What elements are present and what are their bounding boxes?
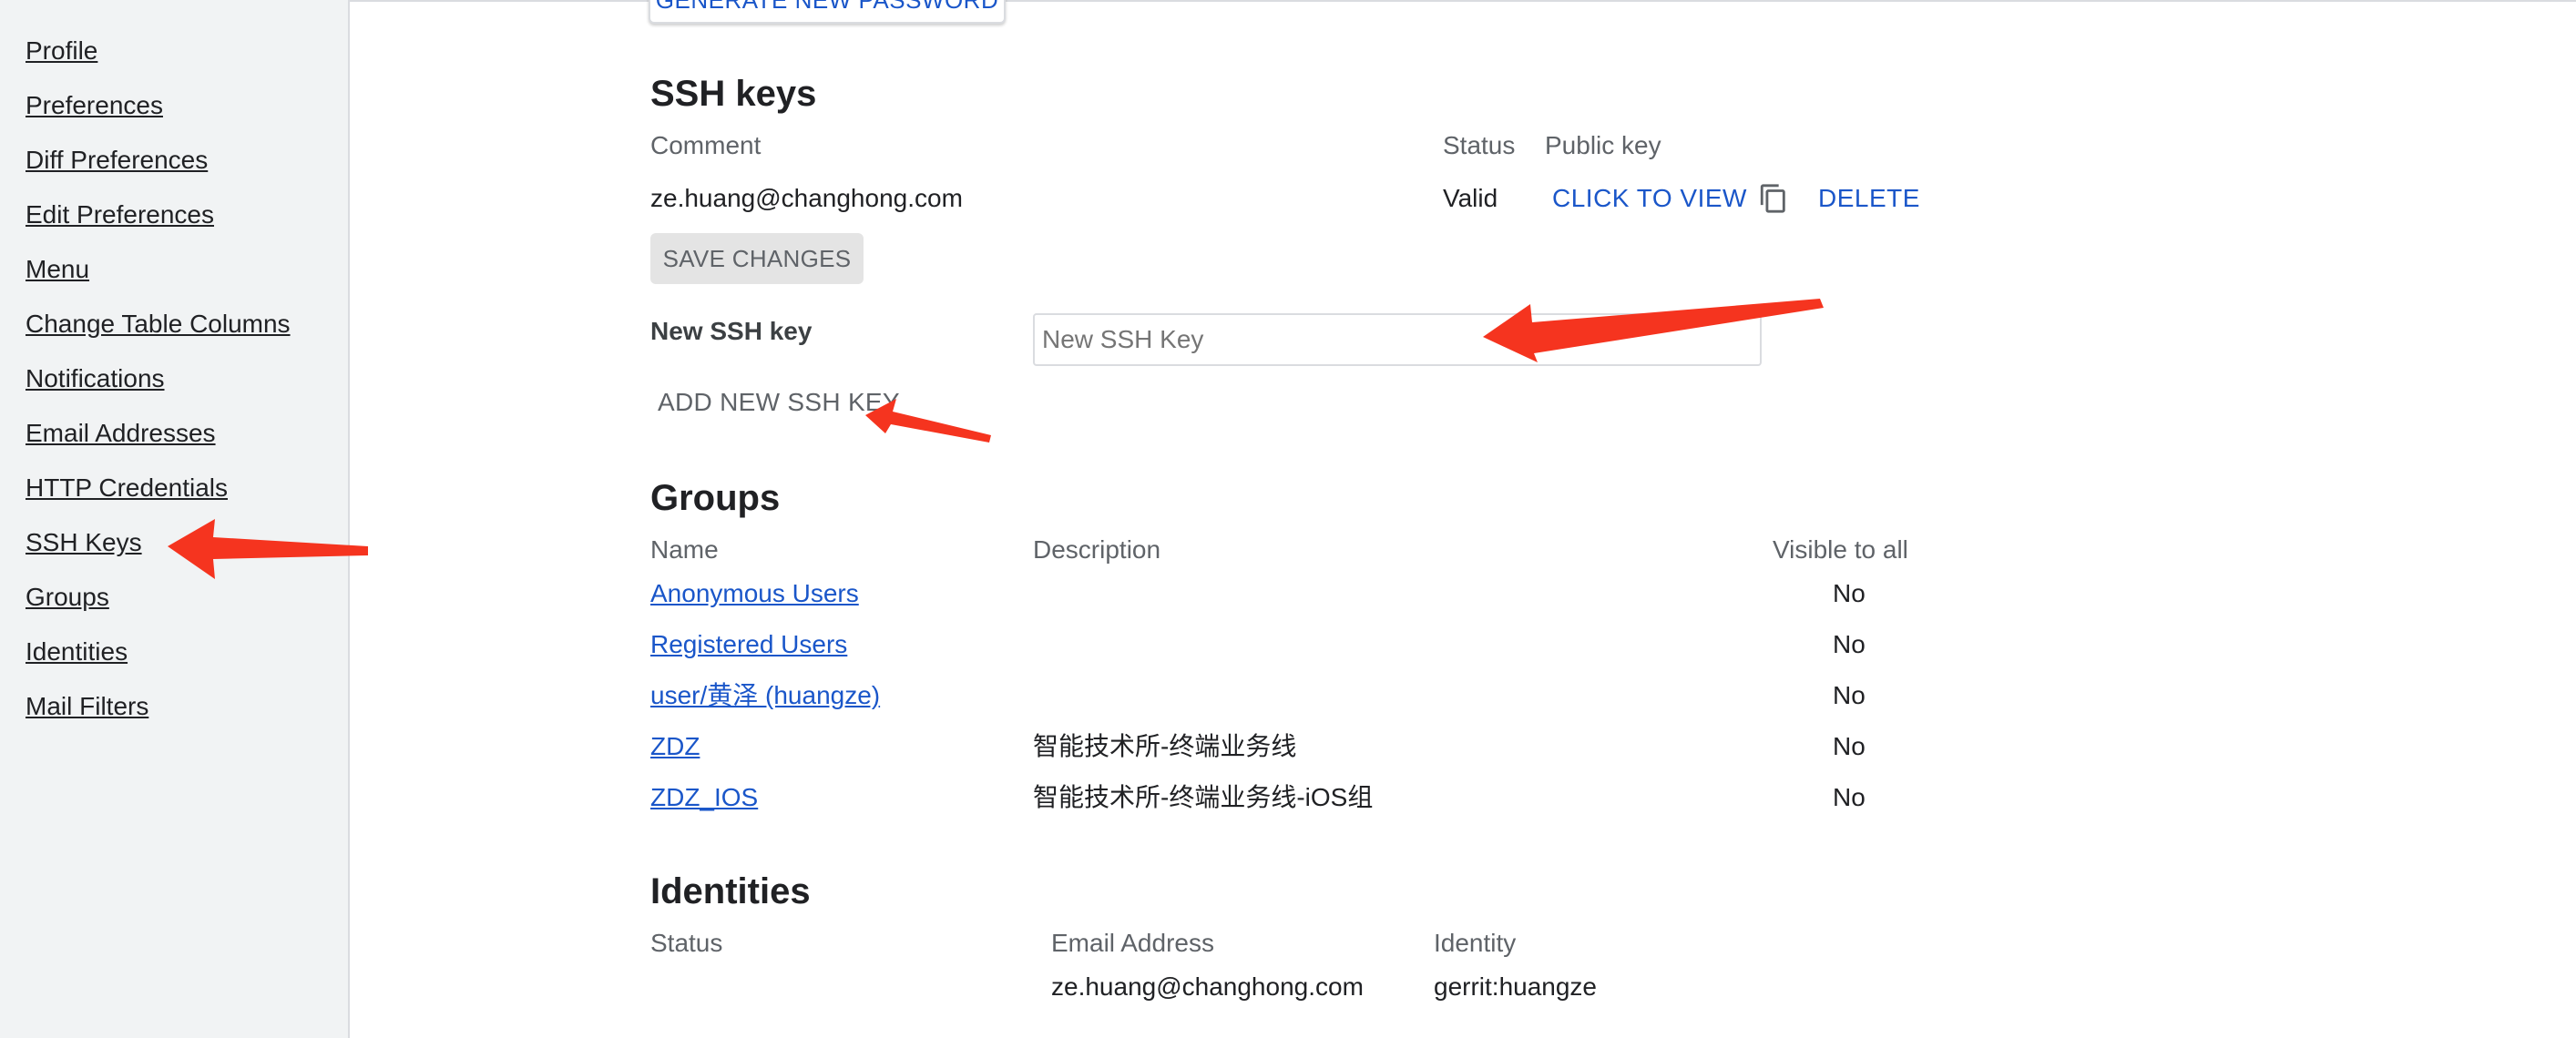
sidebar-item-groups[interactable]: Groups	[26, 583, 109, 612]
group-visible-value: No	[1833, 579, 1866, 607]
sidebar-item-email-addresses[interactable]: Email Addresses	[26, 419, 216, 448]
sidebar-item-identities[interactable]: Identities	[26, 637, 128, 667]
sidebar-item-diff-preferences[interactable]: Diff Preferences	[26, 146, 208, 175]
ssh-comment-header: Comment	[650, 131, 762, 159]
groups-description-header: Description	[1033, 535, 1161, 564]
annotation-arrows	[168, 299, 1824, 579]
identity-email: ze.huang@changhong.com	[1051, 972, 1364, 1001]
group-visible-value: No	[1833, 681, 1866, 709]
sidebar-item-http-credentials[interactable]: HTTP Credentials	[26, 473, 228, 503]
ssh-keys-heading: SSH keys	[650, 74, 817, 114]
new-ssh-key-label: New SSH key	[650, 317, 813, 345]
sidebar-item-preferences[interactable]: Preferences	[26, 91, 163, 120]
group-visible-value: No	[1833, 630, 1866, 658]
add-new-ssh-key-button[interactable]: ADD NEW SSH KEY	[658, 388, 900, 417]
group-description: 智能技术所-终端业务线-iOS组	[1033, 783, 1374, 811]
ssh-key-status: Valid	[1443, 184, 1498, 212]
group-link-user-huangze[interactable]: user/黄泽 (huangze)	[650, 681, 880, 710]
settings-sidebar: Profile Preferences Diff Preferences Edi…	[0, 0, 350, 1038]
group-visible-value: No	[1833, 732, 1866, 760]
identities-email-header: Email Address	[1051, 929, 1214, 957]
sidebar-item-notifications[interactable]: Notifications	[26, 364, 165, 393]
sidebar-item-mail-filters[interactable]: Mail Filters	[26, 692, 148, 721]
sidebar-item-change-table-columns[interactable]: Change Table Columns	[26, 310, 291, 339]
groups-name-header: Name	[650, 535, 719, 564]
group-link-anonymous-users[interactable]: Anonymous Users	[650, 579, 859, 608]
group-link-zdz-ios[interactable]: ZDZ_IOS	[650, 783, 758, 812]
top-divider	[0, 0, 2576, 2]
group-link-zdz[interactable]: ZDZ	[650, 732, 700, 761]
copy-icon[interactable]	[1758, 182, 1789, 215]
generate-new-password-button[interactable]: GENERATE NEW PASSWORD	[649, 0, 1006, 24]
sidebar-item-profile[interactable]: Profile	[26, 36, 97, 66]
sidebar-item-menu[interactable]: Menu	[26, 255, 89, 284]
save-changes-button[interactable]: SAVE CHANGES	[650, 233, 864, 284]
identities-status-header: Status	[650, 929, 723, 957]
groups-visible-header: Visible to all	[1773, 535, 1908, 564]
click-to-view-button[interactable]: CLICK TO VIEW	[1552, 184, 1747, 213]
sidebar-item-edit-preferences[interactable]: Edit Preferences	[26, 200, 214, 229]
group-description: 智能技术所-终端业务线	[1033, 732, 1297, 760]
group-link-registered-users[interactable]: Registered Users	[650, 630, 847, 659]
ssh-status-header: Status	[1443, 131, 1516, 159]
group-visible-value: No	[1833, 783, 1866, 811]
new-ssh-key-input[interactable]	[1033, 313, 1762, 366]
identity-value: gerrit:huangze	[1434, 972, 1598, 1001]
ssh-key-comment: ze.huang@changhong.com	[650, 184, 963, 212]
groups-heading: Groups	[650, 478, 781, 518]
delete-ssh-key-button[interactable]: DELETE	[1818, 184, 1920, 213]
ssh-public-key-header: Public key	[1545, 131, 1661, 159]
identities-heading: Identities	[650, 871, 811, 911]
sidebar-item-ssh-keys[interactable]: SSH Keys	[26, 528, 142, 557]
identities-identity-header: Identity	[1434, 929, 1517, 957]
